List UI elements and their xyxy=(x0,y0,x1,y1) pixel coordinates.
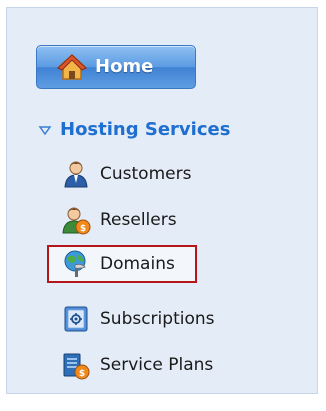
section-hosting-services[interactable]: Hosting Services xyxy=(38,118,230,142)
service-plans-icon: $ xyxy=(63,353,90,380)
nav-item-label: Domains xyxy=(100,254,175,274)
nav-item-label: Subscriptions xyxy=(100,309,215,329)
page: Home Hosting Services Customers $ Resell… xyxy=(0,0,326,411)
section-title: Hosting Services xyxy=(60,119,231,140)
nav-item-domains[interactable]: Domains xyxy=(47,245,197,283)
nav-item-label: Resellers xyxy=(100,210,177,230)
nav-item-resellers[interactable]: $ Resellers xyxy=(61,203,177,237)
nav-item-subscriptions[interactable]: Subscriptions xyxy=(61,302,214,336)
svg-text:$: $ xyxy=(80,224,86,234)
home-button[interactable]: Home xyxy=(36,45,196,89)
home-label: Home xyxy=(95,56,154,77)
nav-item-service-plans[interactable]: $ Service Plans xyxy=(61,348,213,382)
triangle-down-icon[interactable] xyxy=(38,123,52,137)
svg-text:$: $ xyxy=(79,369,85,379)
domains-icon xyxy=(64,250,86,277)
nav-item-label: Customers xyxy=(100,164,192,184)
nav-item-customers[interactable]: Customers xyxy=(61,157,191,191)
resellers-icon: $ xyxy=(62,207,91,235)
home-icon xyxy=(57,53,87,80)
nav-item-label: Service Plans xyxy=(100,355,214,375)
customers-icon xyxy=(64,161,88,188)
subscriptions-icon xyxy=(64,306,88,332)
